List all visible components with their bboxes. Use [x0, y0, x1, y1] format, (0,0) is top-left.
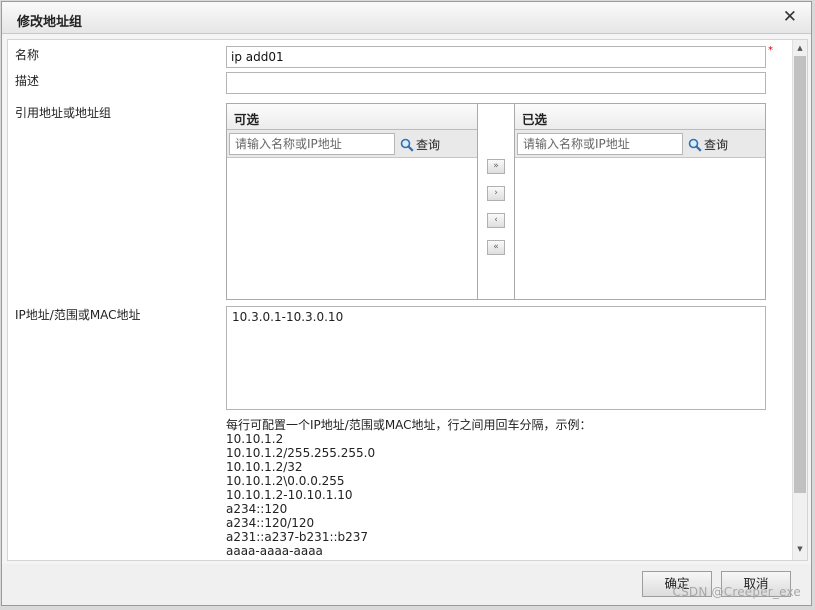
close-icon[interactable]: ✕ — [783, 9, 797, 26]
hint-example: 10.10.1.2/255.255.255.0 — [226, 446, 376, 460]
hint-text: 每行可配置一个IP地址/范围或MAC地址，行之间用回车分隔，示例： 10.10.… — [226, 418, 592, 558]
description-label: 描述 — [15, 74, 40, 88]
selected-search-button[interactable]: 查询 — [688, 136, 728, 153]
hint-intro: 每行可配置一个IP地址/范围或MAC地址，行之间用回车分隔，示例： — [226, 418, 592, 432]
reference-label: 引用地址或地址组 — [15, 106, 112, 120]
available-search-input[interactable] — [229, 133, 395, 155]
description-input[interactable] — [226, 72, 766, 94]
vertical-scrollbar[interactable]: ▲ ▼ — [792, 40, 807, 560]
edit-address-group-dialog: 修改地址组 ✕ 名称 * 描述 引用地址或地址组 可选 查询 » — [1, 1, 812, 606]
selected-list[interactable] — [515, 158, 765, 298]
required-mark: * — [768, 45, 773, 56]
available-title: 可选 — [227, 104, 477, 130]
scroll-down-icon[interactable]: ▼ — [793, 542, 807, 556]
selected-search-bar: 查询 — [515, 130, 765, 158]
available-search-label: 查询 — [416, 138, 441, 152]
name-label: 名称 — [15, 48, 40, 62]
available-search-button[interactable]: 查询 — [400, 136, 440, 153]
search-icon — [688, 138, 702, 152]
available-search-bar: 查询 — [227, 130, 477, 158]
name-input[interactable] — [226, 46, 766, 68]
available-panel: 可选 查询 — [226, 103, 478, 300]
hint-example: 10.10.1.2-10.10.1.10 — [226, 488, 353, 502]
dialog-content: 名称 * 描述 引用地址或地址组 可选 查询 » › ‹ « — [7, 39, 808, 561]
add-button[interactable]: › — [487, 186, 505, 201]
scroll-up-icon[interactable]: ▲ — [793, 41, 807, 55]
watermark: CSDN @Creeper_exe — [672, 585, 801, 599]
hint-example: 10.10.1.2/32 — [226, 460, 303, 474]
add-all-button[interactable]: » — [487, 159, 505, 174]
selected-search-input[interactable] — [517, 133, 683, 155]
hint-example: a231::a237-b231::b237 — [226, 530, 369, 544]
selected-panel: 已选 查询 — [514, 103, 766, 300]
selected-title: 已选 — [515, 104, 765, 130]
hint-example: a234::120/120 — [226, 516, 315, 530]
hint-example: aaaa-aaaa-aaaa — [226, 544, 323, 558]
selected-search-label: 查询 — [704, 138, 729, 152]
scrollbar-thumb[interactable] — [794, 56, 806, 493]
hint-example: 10.10.1.2\0.0.0.255 — [226, 474, 345, 488]
dialog-title: 修改地址组 — [17, 15, 83, 30]
transfer-controls: » › ‹ « — [478, 103, 516, 300]
hint-example: 10.10.1.2 — [226, 432, 284, 446]
ip-textarea[interactable]: 10.3.0.1-10.3.0.10 — [226, 306, 766, 410]
search-icon — [400, 138, 414, 152]
available-list[interactable] — [227, 158, 477, 298]
remove-button[interactable]: ‹ — [487, 213, 505, 228]
hint-example: a234::120 — [226, 502, 288, 516]
dialog-titlebar: 修改地址组 ✕ — [2, 2, 811, 34]
remove-all-button[interactable]: « — [487, 240, 505, 255]
dialog-footer: 确定 取消 CSDN @Creeper_exe — [2, 564, 811, 605]
ip-label: IP地址/范围或MAC地址 — [15, 308, 141, 322]
